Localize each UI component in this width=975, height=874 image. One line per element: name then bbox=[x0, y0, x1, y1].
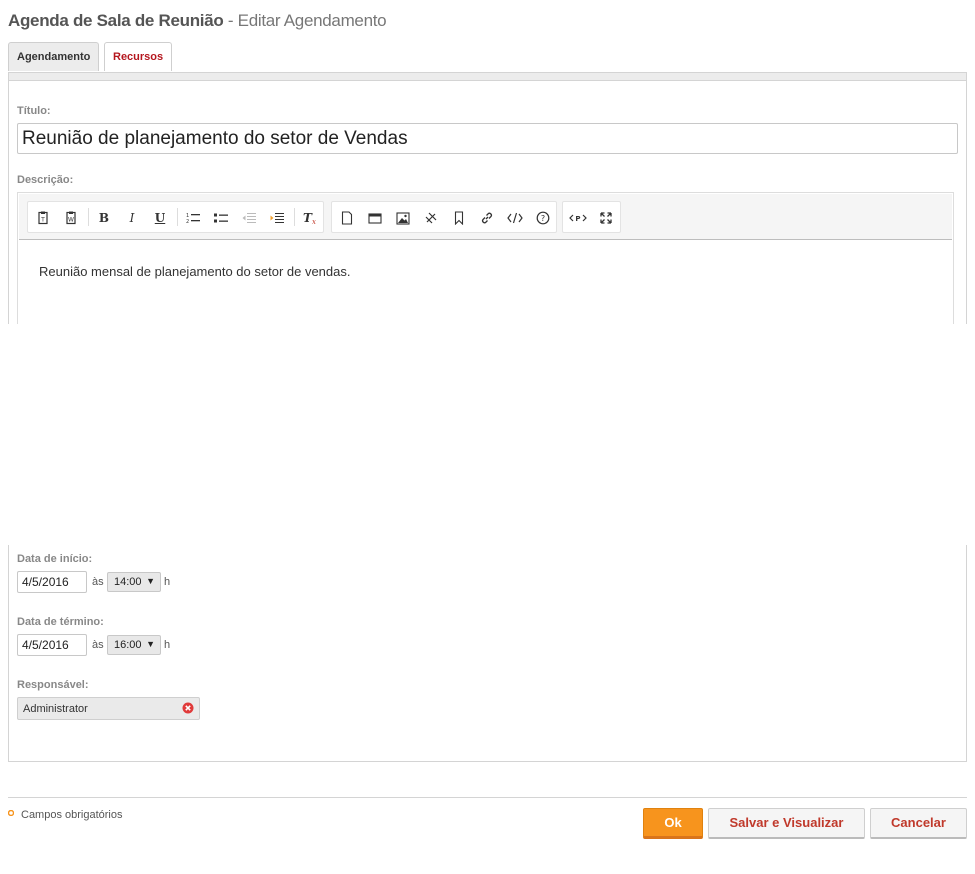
footer-divider bbox=[8, 797, 967, 798]
end-time-value: 16:00 bbox=[114, 639, 142, 651]
cancel-button[interactable]: Cancelar bbox=[870, 808, 967, 839]
end-date-input[interactable] bbox=[17, 634, 87, 656]
page-title-sub: - Editar Agendamento bbox=[223, 11, 387, 30]
description-label: Descrição: bbox=[17, 174, 74, 186]
anchor-icon[interactable] bbox=[449, 208, 469, 228]
toolbar-group-format: T W B I U 12 Tx bbox=[27, 201, 324, 233]
svg-text:P: P bbox=[575, 215, 580, 223]
responsible-label: Responsável: bbox=[17, 679, 89, 691]
responsible-name: Administrator bbox=[23, 703, 88, 715]
tab-recursos[interactable]: Recursos bbox=[104, 42, 172, 71]
ok-button[interactable]: Ok bbox=[643, 808, 703, 839]
toolbar-group-tools: P bbox=[562, 201, 621, 233]
browse-icon[interactable] bbox=[365, 208, 385, 228]
italic-icon[interactable]: I bbox=[122, 208, 142, 228]
about-icon[interactable]: ? bbox=[533, 208, 553, 228]
responsible-token: Administrator bbox=[17, 697, 200, 720]
bold-icon[interactable]: B bbox=[94, 208, 114, 228]
page-title: Agenda de Sala de Reunião - Editar Agend… bbox=[8, 11, 387, 31]
editor-content[interactable]: Reunião mensal de planejamento do setor … bbox=[39, 264, 351, 279]
svg-text:W: W bbox=[68, 217, 74, 224]
tab-agendamento[interactable]: Agendamento bbox=[8, 42, 99, 71]
title-input[interactable] bbox=[17, 123, 958, 154]
svg-text:x: x bbox=[312, 218, 316, 225]
source-icon[interactable]: P bbox=[568, 208, 588, 228]
start-at-label: às bbox=[92, 576, 104, 588]
page-title-main: Agenda de Sala de Reunião bbox=[8, 11, 224, 30]
svg-text:2: 2 bbox=[186, 219, 189, 224]
svg-text:T: T bbox=[40, 217, 45, 224]
maximize-icon[interactable] bbox=[596, 208, 616, 228]
toolbar-separator bbox=[88, 208, 89, 226]
title-label: Título: bbox=[17, 105, 51, 117]
image-icon[interactable] bbox=[393, 208, 413, 228]
end-hour-suffix: h bbox=[164, 639, 171, 651]
bulleted-list-icon[interactable] bbox=[211, 208, 231, 228]
code-icon[interactable] bbox=[505, 208, 525, 228]
new-page-icon[interactable] bbox=[337, 208, 357, 228]
end-date-label: Data de término: bbox=[17, 616, 104, 628]
start-time-value: 14:00 bbox=[114, 576, 142, 588]
outdent-icon[interactable] bbox=[239, 208, 259, 228]
indent-icon[interactable] bbox=[267, 208, 287, 228]
start-time-select[interactable]: 14:00 ▼ bbox=[107, 572, 161, 592]
chevron-down-icon: ▼ bbox=[146, 576, 155, 586]
link-icon[interactable] bbox=[477, 208, 497, 228]
start-hour-suffix: h bbox=[164, 576, 171, 588]
paste-text-icon[interactable]: T bbox=[33, 208, 53, 228]
remove-icon[interactable] bbox=[182, 702, 194, 714]
editor-toolbar: T W B I U 12 Tx ? P bbox=[19, 194, 952, 240]
insert-special-icon[interactable] bbox=[421, 208, 441, 228]
svg-text:?: ? bbox=[541, 214, 545, 223]
start-date-input[interactable] bbox=[17, 571, 87, 593]
numbered-list-icon[interactable]: 12 bbox=[183, 208, 203, 228]
underline-icon[interactable]: U bbox=[150, 208, 170, 228]
end-time-select[interactable]: 16:00 ▼ bbox=[107, 635, 161, 655]
start-date-label: Data de início: bbox=[17, 553, 93, 565]
toolbar-group-insert: ? bbox=[331, 201, 557, 233]
required-fields-note: Campos obrigatórios bbox=[21, 809, 123, 821]
chevron-down-icon: ▼ bbox=[146, 639, 155, 649]
remove-format-icon[interactable]: Tx bbox=[300, 208, 320, 228]
required-icon bbox=[8, 810, 14, 816]
end-at-label: às bbox=[92, 639, 104, 651]
paste-word-icon[interactable]: W bbox=[61, 208, 81, 228]
toolbar-separator bbox=[177, 208, 178, 226]
toolbar-separator bbox=[294, 208, 295, 226]
rich-text-editor: T W B I U 12 Tx ? P Reunião mensal de pl… bbox=[17, 192, 954, 324]
save-and-view-button[interactable]: Salvar e Visualizar bbox=[708, 808, 865, 839]
